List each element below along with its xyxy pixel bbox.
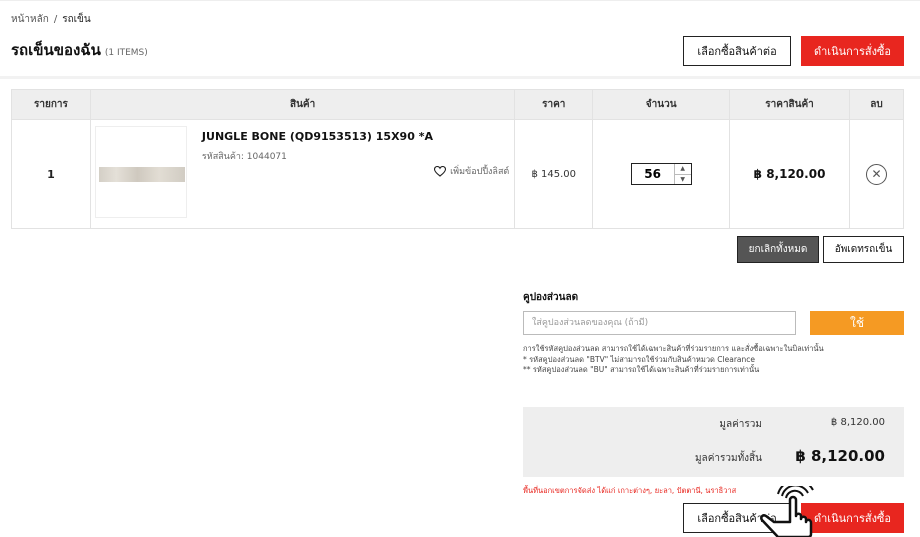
product-code: รหัสสินค้า: 1044071 bbox=[201, 152, 287, 162]
line-total: ฿ 8,120.00 bbox=[729, 119, 850, 229]
breadcrumb-home[interactable]: หน้าหลัก bbox=[11, 14, 49, 25]
clear-all-button[interactable]: ยกเลิกทั้งหมด bbox=[737, 236, 819, 263]
grand-total-label: มูลค่ารวมทั้งสิ้น bbox=[694, 453, 762, 464]
top-border bbox=[0, 0, 920, 1]
breadcrumb: หน้าหลัก / รถเข็น bbox=[11, 12, 91, 27]
wishlist-label: เพิ่มข้อปปี้งลิสต์ bbox=[450, 167, 510, 177]
table-header-row: รายการ สินค้า ราคา จำนวน ราคาสินค้า ลบ bbox=[11, 89, 904, 120]
row-index: 1 bbox=[11, 119, 91, 229]
quantity-stepper[interactable]: ▲ ▼ bbox=[630, 163, 692, 185]
coupon-title: คูปองส่วนลด bbox=[523, 292, 579, 303]
chevron-up-icon[interactable]: ▲ bbox=[674, 164, 691, 175]
column-header-price: ราคา bbox=[514, 89, 594, 120]
close-circle-icon[interactable]: ✕ bbox=[866, 163, 887, 185]
coupon-note: * รหัสคูปองส่วนลด "BTV" ไม่สามารถใช้ร่วม… bbox=[523, 354, 755, 364]
cart-table: รายการ สินค้า ราคา จำนวน ราคาสินค้า ลบ 1… bbox=[11, 89, 904, 229]
page-title: รถเข็นของฉัน (1 ITEMS) bbox=[11, 38, 148, 62]
unit-price: ฿ 145.00 bbox=[514, 119, 594, 229]
order-summary: มูลค่ารวม ฿ 8,120.00 มูลค่ารวมทั้งสิ้น ฿… bbox=[523, 407, 904, 477]
items-count: (1 ITEMS) bbox=[104, 48, 148, 58]
chevron-down-icon[interactable]: ▼ bbox=[675, 175, 691, 185]
product-image[interactable] bbox=[94, 126, 187, 218]
coupon-note: การใช้รหัสคูปองส่วนลด สามารถใช้ได้เฉพาะส… bbox=[523, 344, 824, 353]
tile-swatch bbox=[98, 167, 185, 182]
heart-icon bbox=[434, 165, 447, 177]
continue-shopping-button[interactable]: เลือกซื้อสินค้าต่อ bbox=[683, 36, 791, 66]
column-header-total: ราคาสินค้า bbox=[729, 89, 850, 120]
header-divider bbox=[0, 76, 920, 79]
column-header-index: รายการ bbox=[11, 89, 91, 120]
subtotal-label: มูลค่ารวม bbox=[719, 419, 762, 430]
coupon-input[interactable] bbox=[523, 311, 796, 335]
subtotal-value: ฿ 8,120.00 bbox=[830, 417, 885, 428]
add-to-wishlist[interactable]: เพิ่มข้อปปี้งลิสต์ bbox=[434, 164, 509, 178]
column-header-product: สินค้า bbox=[89, 89, 516, 120]
checkout-button[interactable]: ดำเนินการสั่งซื้อ bbox=[801, 36, 904, 66]
quantity-input[interactable] bbox=[631, 164, 674, 184]
remove-cell: ✕ bbox=[849, 119, 904, 229]
quantity-arrows: ▲ ▼ bbox=[673, 164, 691, 185]
hand-pointer-icon bbox=[760, 486, 816, 537]
quantity-cell: ▲ ▼ bbox=[592, 119, 731, 229]
page-title-text: รถเข็นของฉัน bbox=[11, 41, 101, 59]
product-cell: JUNGLE BONE (QD9153513) 15X90 *A รหัสสิน… bbox=[89, 119, 516, 229]
shipping-note: พื้นที่นอกเขตการจัดส่ง ได้แก่ เกาะต่างๆ,… bbox=[523, 486, 737, 495]
coupon-notes: การใช้รหัสคูปองส่วนลด สามารถใช้ได้เฉพาะส… bbox=[523, 344, 913, 376]
update-cart-button[interactable]: อัพเดทรถเข็น bbox=[823, 236, 904, 263]
column-header-quantity: จำนวน bbox=[592, 89, 731, 120]
table-row: 1 JUNGLE BONE (QD9153513) 15X90 *A รหัสส… bbox=[11, 119, 904, 229]
breadcrumb-separator: / bbox=[53, 14, 58, 25]
grand-total-value: ฿ 8,120.00 bbox=[795, 447, 885, 465]
column-header-remove: ลบ bbox=[849, 89, 904, 120]
breadcrumb-current: รถเข็น bbox=[62, 14, 91, 25]
product-name[interactable]: JUNGLE BONE (QD9153513) 15X90 *A bbox=[202, 130, 433, 143]
apply-coupon-button[interactable]: ใช้ bbox=[810, 311, 904, 335]
coupon-note: ** รหัสคูปองส่วนลด "BU" สามารถใช้ได้เฉพา… bbox=[523, 365, 760, 374]
